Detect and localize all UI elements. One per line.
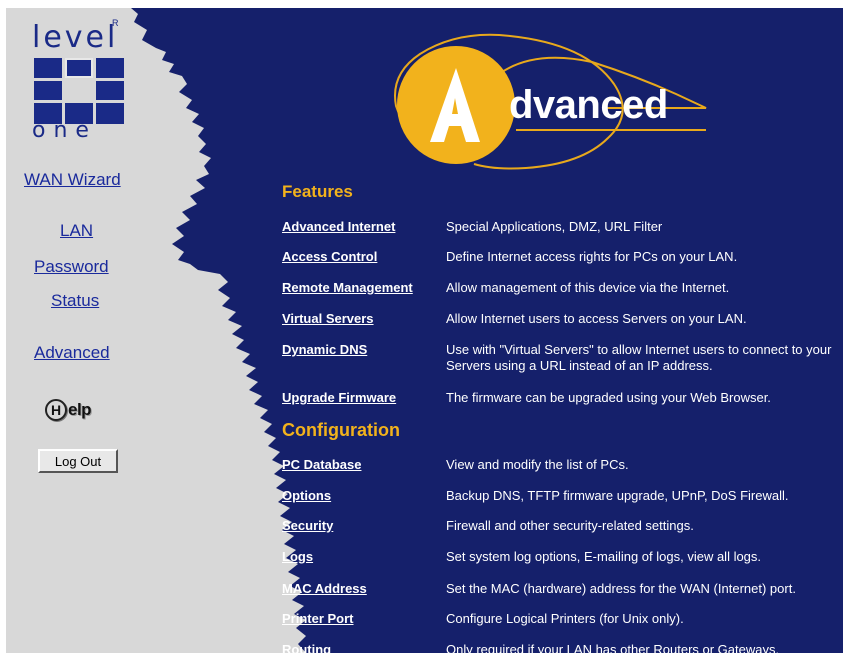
routing-link[interactable]: Routing [282,642,331,653]
options-link[interactable]: Options [282,488,331,503]
help-icon: H [45,399,67,421]
remote-management-desc: Allow management of this device via the … [446,280,730,295]
dynamic-dns-desc: Use with "Virtual Servers" to allow Inte… [446,342,832,373]
mac-address-desc: Set the MAC (hardware) address for the W… [446,581,796,596]
security-link[interactable]: Security [282,518,333,533]
nav-status-link[interactable]: Status [51,291,99,311]
pc-database-link[interactable]: PC Database [282,457,361,472]
dynamic-dns-link[interactable]: Dynamic DNS [282,342,367,357]
configuration-title: Configuration [282,420,400,440]
printer-port-desc: Configure Logical Printers (for Unix onl… [446,611,684,626]
virtual-servers-desc: Allow Internet users to access Servers o… [446,311,747,326]
logo-reg-mark: R [112,18,119,28]
remote-management-link[interactable]: Remote Management [282,280,413,295]
page-frame: level R one WAN Wizard LAN Password Stat… [6,8,843,653]
virtual-servers-link[interactable]: Virtual Servers [282,311,374,326]
banner-title: dvanced [509,83,668,127]
access-control-link[interactable]: Access Control [282,249,377,264]
upgrade-firmware-desc: The firmware can be upgraded using your … [446,390,771,405]
printer-port-link[interactable]: Printer Port [282,611,354,626]
upgrade-firmware-link[interactable]: Upgrade Firmware [282,390,396,405]
sidebar: level R one WAN Wizard LAN Password Stat… [6,8,306,653]
advanced-internet-desc: Special Applications, DMZ, URL Filter [446,219,663,234]
nav-password-link[interactable]: Password [34,257,109,277]
advanced-internet-link[interactable]: Advanced Internet [282,219,395,234]
nav-lan-link[interactable]: LAN [60,221,93,241]
mac-address-link[interactable]: MAC Address [282,581,367,596]
routing-desc: Only required if your LAN has other Rout… [446,642,780,653]
logo-top-text: level [32,20,119,55]
access-control-desc: Define Internet access rights for PCs on… [446,249,738,264]
nav-advanced-link[interactable]: Advanced [34,343,110,363]
help-label: elp [68,400,92,419]
logs-desc: Set system log options, E-mailing of log… [446,549,762,564]
logo-bottom-text: one [32,118,97,143]
logs-link[interactable]: Logs [282,549,313,564]
logout-button[interactable]: Log Out [38,449,118,473]
pc-database-desc: View and modify the list of PCs. [446,457,629,472]
levelone-logo: level R one [28,18,138,153]
options-desc: Backup DNS, TFTP firmware upgrade, UPnP,… [446,488,789,503]
nav-wan-wizard-link[interactable]: WAN Wizard [24,170,121,190]
features-title: Features [282,182,353,201]
logo-grid-icon [34,58,124,124]
security-desc: Firewall and other security-related sett… [446,518,694,533]
advanced-banner: dvanced [386,28,716,183]
help-button[interactable]: H elp [45,397,92,423]
